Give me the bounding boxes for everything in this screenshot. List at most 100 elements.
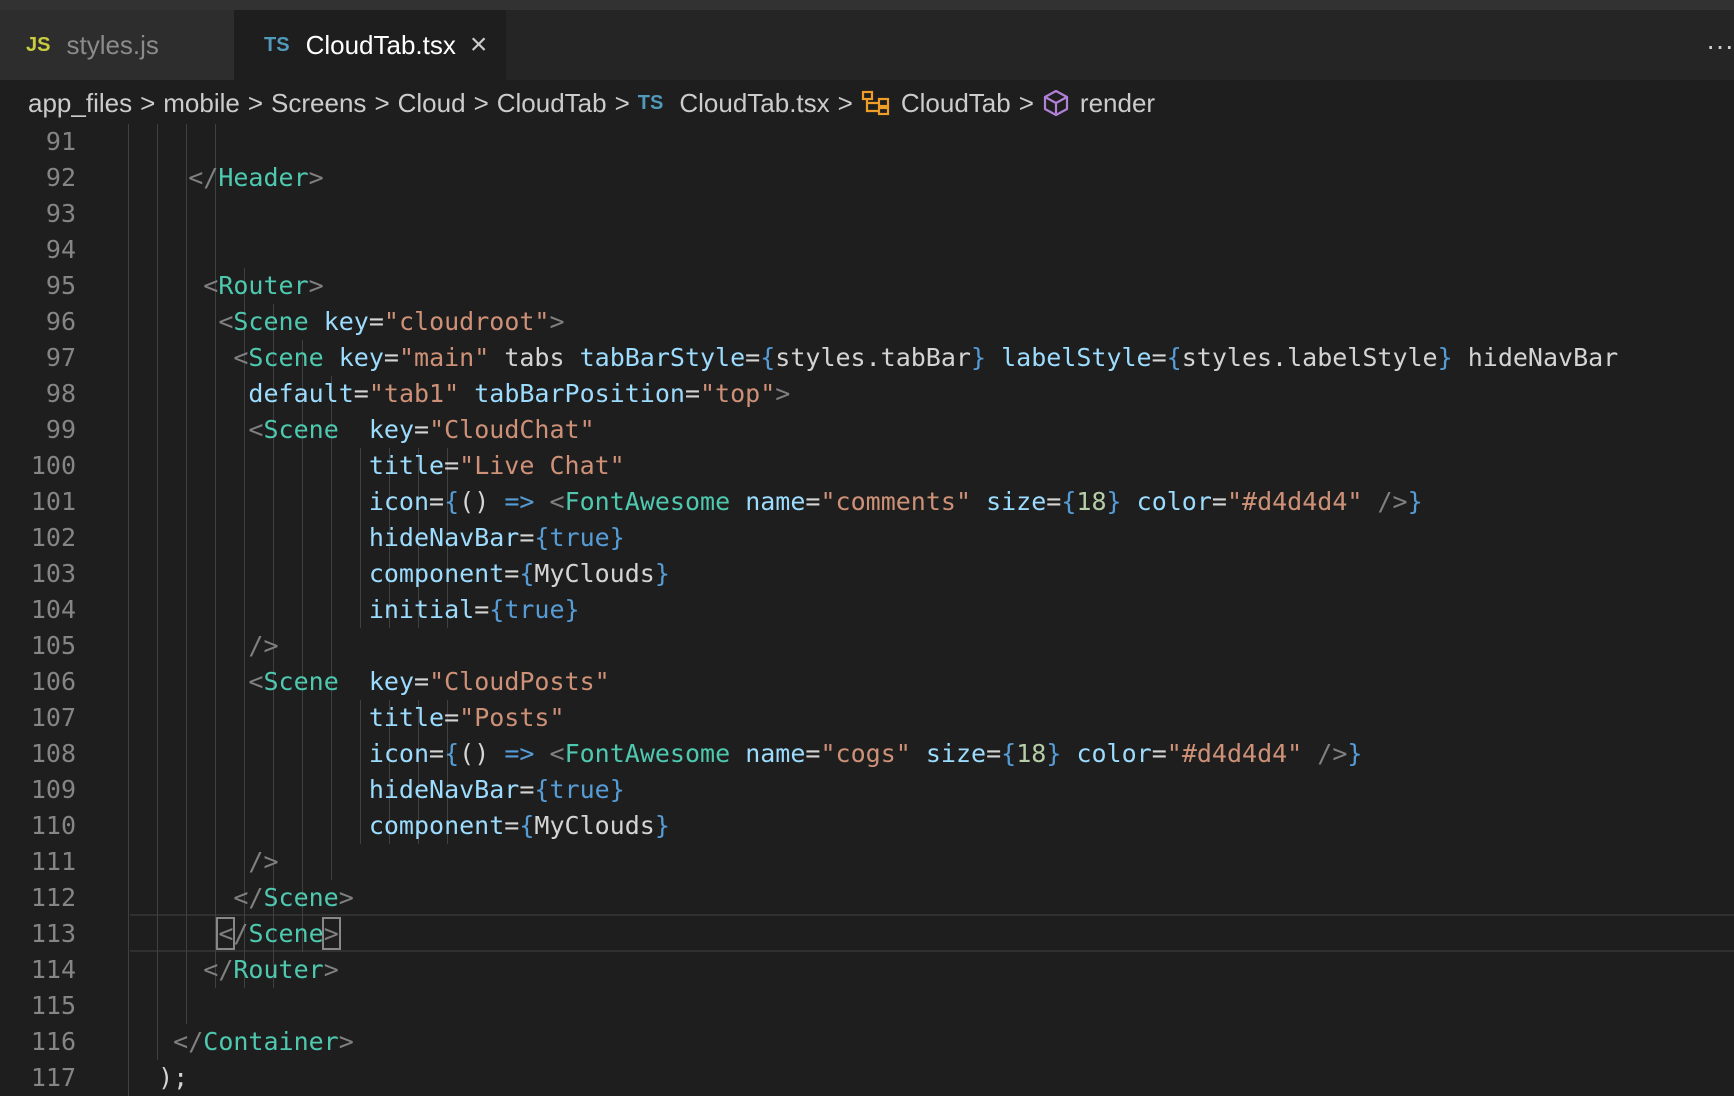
line-number: 98 xyxy=(45,379,76,408)
breadcrumb-file[interactable]: CloudTab.tsx xyxy=(679,88,829,119)
method-cube-icon xyxy=(1042,89,1070,117)
line-number: 116 xyxy=(30,1027,76,1056)
chevron-right-icon: > xyxy=(140,87,156,118)
chevron-right-icon: > xyxy=(247,87,264,118)
code-text: hideNavBar={true} xyxy=(368,775,625,804)
code-text: <Router> xyxy=(203,271,324,300)
code-text: icon={() => <FontAwesome name="cogs" siz… xyxy=(368,739,1363,768)
breadcrumb-item[interactable]: CloudTab xyxy=(497,88,607,119)
chevron-right-icon: > xyxy=(614,87,630,118)
code-line[interactable]: 98 default="tab1" tabBarPosition="top"> xyxy=(0,376,1734,412)
breadcrumb-symbol-method[interactable]: render xyxy=(1080,88,1155,119)
code-text: icon={() => <FontAwesome name="comments"… xyxy=(368,487,1423,516)
breadcrumb: app_files > mobile > Screens > Cloud > C… xyxy=(28,80,1155,126)
line-number: 92 xyxy=(45,163,76,192)
tab-label: CloudTab.tsx xyxy=(305,29,456,60)
code-text: <Scene key="main" tabs tabBarStyle={styl… xyxy=(233,343,1619,372)
breadcrumb-item[interactable]: app_files xyxy=(28,88,132,119)
line-number: 103 xyxy=(30,559,76,588)
code-line[interactable]: 95 <Router> xyxy=(0,268,1734,304)
tab-cloudtab-tsx[interactable]: TS CloudTab.tsx × xyxy=(234,10,506,80)
chevron-right-icon: > xyxy=(473,87,489,118)
chevron-right-icon: > xyxy=(837,87,853,118)
line-number: 101 xyxy=(30,487,76,516)
code-line[interactable]: 112 </Scene> xyxy=(0,880,1734,916)
code-line[interactable]: 94 xyxy=(0,232,1734,268)
code-line[interactable]: 116 </Container> xyxy=(0,1024,1734,1060)
line-number: 100 xyxy=(30,451,76,480)
code-line[interactable]: 106 <Scene key="CloudPosts" xyxy=(0,664,1734,700)
code-text: <Scene key="cloudroot"> xyxy=(218,307,565,336)
code-text: component={MyClouds} xyxy=(368,811,670,840)
code-line[interactable]: 102 hideNavBar={true} xyxy=(0,520,1734,556)
code-text: initial={true} xyxy=(368,595,580,624)
breadcrumb-item[interactable]: Screens xyxy=(271,88,366,119)
line-number: 111 xyxy=(30,847,76,876)
line-number: 107 xyxy=(30,703,76,732)
code-line[interactable]: 109 hideNavBar={true} xyxy=(0,772,1734,808)
line-number: 108 xyxy=(30,739,76,768)
class-symbol-icon xyxy=(861,90,891,116)
line-number: 105 xyxy=(30,631,76,660)
code-text: title="Live Chat" xyxy=(368,451,625,480)
code-text: </Header> xyxy=(188,163,324,192)
code-text: <Scene key="CloudPosts" xyxy=(248,667,610,696)
breadcrumb-item[interactable]: Cloud xyxy=(398,88,466,119)
code-text: hideNavBar={true} xyxy=(368,523,625,552)
code-line[interactable]: 113 </Scene> xyxy=(0,916,1734,952)
line-number: 110 xyxy=(30,811,76,840)
code-text: <Scene key="CloudChat" xyxy=(248,415,595,444)
line-number: 115 xyxy=(30,991,76,1020)
code-text: </Router> xyxy=(203,955,339,984)
code-text: </Container> xyxy=(173,1027,354,1056)
code-line[interactable]: 97 <Scene key="main" tabs tabBarStyle={s… xyxy=(0,340,1734,376)
breadcrumb-item[interactable]: mobile xyxy=(163,88,240,119)
code-line[interactable]: 91 xyxy=(0,124,1734,160)
line-number: 114 xyxy=(30,955,76,984)
code-line[interactable]: 93 xyxy=(0,196,1734,232)
code-line[interactable]: 114 </Router> xyxy=(0,952,1734,988)
code-line[interactable]: 111 /> xyxy=(0,844,1734,880)
line-number: 94 xyxy=(45,235,76,264)
breadcrumb-symbol-class[interactable]: CloudTab xyxy=(901,88,1011,119)
code-line[interactable]: 100 title="Live Chat" xyxy=(0,448,1734,484)
code-line[interactable]: 103 component={MyClouds} xyxy=(0,556,1734,592)
line-number: 97 xyxy=(45,343,76,372)
chevron-right-icon: > xyxy=(1018,87,1034,118)
code-text: component={MyClouds} xyxy=(368,559,670,588)
tab-bar: JS styles.js TS CloudTab.tsx × ··· xyxy=(0,10,1734,80)
line-number: 95 xyxy=(45,271,76,300)
line-number: 112 xyxy=(30,883,76,912)
more-actions-icon[interactable]: ··· xyxy=(1706,32,1734,60)
code-text: </Scene> xyxy=(233,883,354,912)
code-text: /> xyxy=(248,847,279,876)
code-line[interactable]: 107 title="Posts" xyxy=(0,700,1734,736)
tab-styles-js[interactable]: JS styles.js xyxy=(0,10,234,80)
code-editor[interactable]: 91 92 </Header> 93 94 95 <Router> 96 <Scene k… xyxy=(0,124,1734,1096)
code-text: title="Posts" xyxy=(368,703,565,732)
code-line[interactable]: 117 ); xyxy=(0,1060,1734,1096)
code-line[interactable]: 105 /> xyxy=(0,628,1734,664)
code-line[interactable]: 110 component={MyClouds} xyxy=(0,808,1734,844)
code-text: /> xyxy=(248,631,279,660)
javascript-file-icon: JS xyxy=(26,33,51,56)
line-number: 102 xyxy=(30,523,76,552)
code-line[interactable]: 101 icon={() => <FontAwesome name="comme… xyxy=(0,484,1734,520)
code-text: </Scene> xyxy=(216,917,341,950)
code-line[interactable]: 104 initial={true} xyxy=(0,592,1734,628)
code-line[interactable]: 108 icon={() => <FontAwesome name="cogs"… xyxy=(0,736,1734,772)
close-icon[interactable]: × xyxy=(470,30,488,60)
code-line[interactable]: 96 <Scene key="cloudroot"> xyxy=(0,304,1734,340)
code-line[interactable]: 115 xyxy=(0,988,1734,1024)
line-number: 99 xyxy=(45,415,76,444)
code-text: default="tab1" tabBarPosition="top"> xyxy=(248,379,791,408)
code-line[interactable]: 99 <Scene key="CloudChat" xyxy=(0,412,1734,448)
line-number: 109 xyxy=(30,775,76,804)
code-line[interactable]: 92 </Header> xyxy=(0,160,1734,196)
chevron-right-icon: > xyxy=(374,87,390,118)
title-bar xyxy=(0,0,1734,10)
code-text: ); xyxy=(128,1063,189,1092)
typescript-file-icon: TS xyxy=(637,91,664,114)
line-number: 106 xyxy=(30,667,76,696)
line-number: 96 xyxy=(45,307,76,336)
